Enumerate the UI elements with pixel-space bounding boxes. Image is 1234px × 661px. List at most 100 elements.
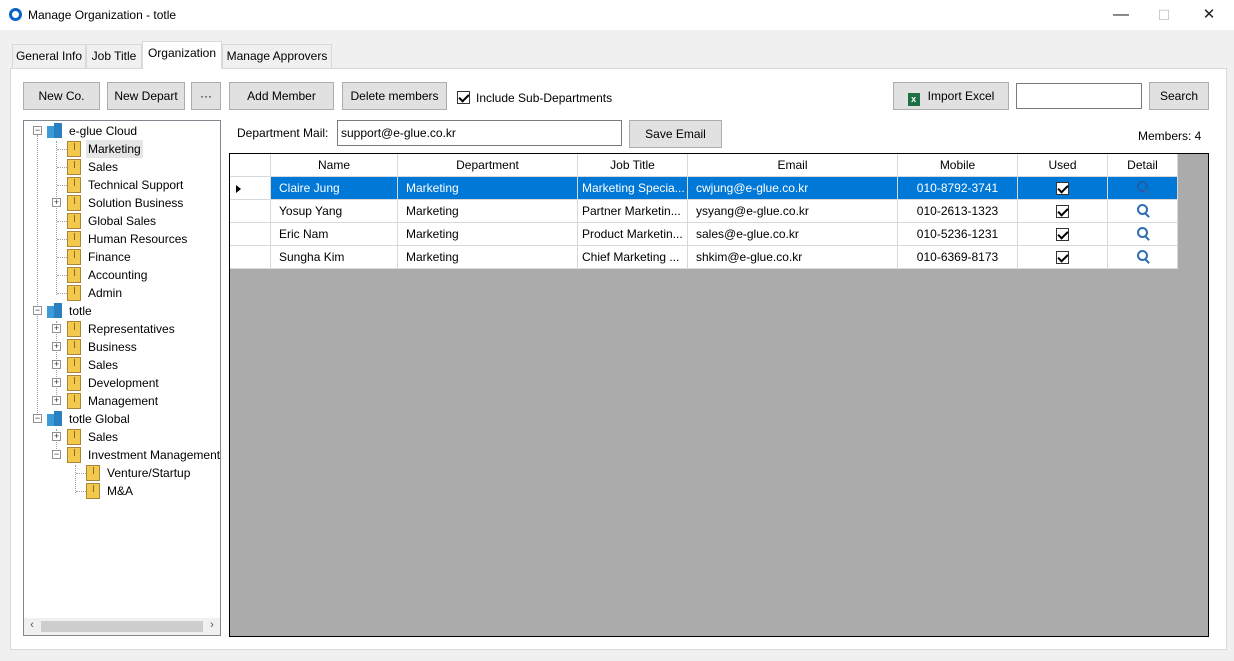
column-header-name[interactable]: Name [271, 154, 398, 177]
department-mail-field[interactable]: support@e-glue.co.kr [337, 120, 622, 146]
cell-department[interactable]: Marketing [398, 246, 578, 269]
row-header[interactable] [230, 177, 271, 200]
column-header-mobile[interactable]: Mobile [898, 154, 1018, 177]
row-header[interactable] [230, 246, 271, 269]
tree-dept-sales[interactable]: Sales [24, 158, 220, 176]
cell-job-title[interactable]: Chief Marketing ... [578, 246, 688, 269]
cell-email[interactable]: ysyang@e-glue.co.kr [688, 200, 898, 223]
minimize-button[interactable]: — [1098, 3, 1144, 27]
row-header[interactable] [230, 223, 271, 246]
cell-email[interactable]: cwjung@e-glue.co.kr [688, 177, 898, 200]
tree-dept-development[interactable]: + Development [24, 374, 220, 392]
used-checkbox[interactable] [1055, 228, 1069, 241]
cell-name[interactable]: Claire Jung [271, 177, 398, 200]
cell-used[interactable] [1018, 223, 1108, 246]
cell-job-title[interactable]: Partner Marketin... [578, 200, 688, 223]
tree-dept-management[interactable]: + Management [24, 392, 220, 410]
cell-detail[interactable] [1108, 246, 1178, 269]
used-checkbox[interactable] [1055, 205, 1069, 218]
magnifier-icon[interactable] [1136, 227, 1151, 241]
tree-dept-global-sales[interactable]: Global Sales [24, 212, 220, 230]
cell-mobile[interactable]: 010-8792-3741 [898, 177, 1018, 200]
tree-dept-sales[interactable]: + Sales [24, 356, 220, 374]
search-input[interactable] [1016, 83, 1142, 109]
column-header-used[interactable]: Used [1018, 154, 1108, 177]
column-header-department[interactable]: Department [398, 154, 578, 177]
cell-name[interactable]: Eric Nam [271, 223, 398, 246]
new-company-button[interactable]: New Co. [23, 82, 100, 110]
tree-dept-technical-support[interactable]: Technical Support [24, 176, 220, 194]
save-email-button[interactable]: Save Email [629, 120, 722, 148]
organization-tree[interactable]: − e-glue Cloud Marketing Sales Technical… [23, 120, 221, 636]
expand-icon[interactable]: + [52, 198, 61, 207]
magnifier-icon[interactable] [1136, 181, 1151, 195]
magnifier-icon[interactable] [1136, 204, 1151, 218]
used-checkbox[interactable] [1055, 182, 1069, 195]
expand-icon[interactable]: + [52, 396, 61, 405]
tree-horizontal-scrollbar[interactable]: ‹ › [24, 618, 220, 635]
scrollbar-thumb[interactable] [41, 621, 203, 632]
column-header-detail[interactable]: Detail [1108, 154, 1178, 177]
cell-used[interactable] [1018, 177, 1108, 200]
tree-company-totle-global[interactable]: − totle Global [24, 410, 220, 428]
expand-icon[interactable]: + [52, 324, 61, 333]
cell-name[interactable]: Yosup Yang [271, 200, 398, 223]
scroll-right-icon[interactable]: › [205, 619, 219, 631]
new-department-button[interactable]: New Depart [107, 82, 185, 110]
tree-dept-sales[interactable]: + Sales [24, 428, 220, 446]
tree-dept-finance[interactable]: Finance [24, 248, 220, 266]
cell-used[interactable] [1018, 200, 1108, 223]
tree-dept-human-resources[interactable]: Human Resources [24, 230, 220, 248]
cell-used[interactable] [1018, 246, 1108, 269]
cell-detail[interactable] [1108, 223, 1178, 246]
magnifier-icon[interactable] [1136, 250, 1151, 264]
tree-dept-accounting[interactable]: Accounting [24, 266, 220, 284]
close-button[interactable]: ✕ [1186, 3, 1232, 27]
cell-email[interactable]: shkim@e-glue.co.kr [688, 246, 898, 269]
tree-dept-m-and-a[interactable]: M&A [24, 482, 220, 500]
maximize-button[interactable]: ☐ [1141, 3, 1187, 27]
cell-department[interactable]: Marketing [398, 223, 578, 246]
more-options-button[interactable]: ··· [191, 82, 221, 110]
column-header-email[interactable]: Email [688, 154, 898, 177]
tree-company-totle[interactable]: − totle [24, 302, 220, 320]
collapse-icon[interactable]: − [33, 414, 42, 423]
tree-dept-admin[interactable]: Admin [24, 284, 220, 302]
tree-dept-venture-startup[interactable]: Venture/Startup [24, 464, 220, 482]
cell-department[interactable]: Marketing [398, 200, 578, 223]
tab-manage-approvers[interactable]: Manage Approvers [222, 44, 332, 68]
cell-mobile[interactable]: 010-6369-8173 [898, 246, 1018, 269]
expand-icon[interactable]: + [52, 360, 61, 369]
add-member-button[interactable]: Add Member [229, 82, 334, 110]
tree-dept-marketing[interactable]: Marketing [24, 140, 220, 158]
collapse-icon[interactable]: − [52, 450, 61, 459]
include-sub-departments-checkbox[interactable] [457, 91, 470, 104]
tab-job-title[interactable]: Job Title [86, 44, 142, 68]
cell-detail[interactable] [1108, 200, 1178, 223]
cell-name[interactable]: Sungha Kim [271, 246, 398, 269]
import-excel-button[interactable]: x Import Excel [893, 82, 1009, 110]
column-header-job-title[interactable]: Job Title [578, 154, 688, 177]
cell-mobile[interactable]: 010-2613-1323 [898, 200, 1018, 223]
members-grid[interactable]: Name Department Job Title Email Mobile U… [229, 153, 1209, 637]
cell-job-title[interactable]: Product Marketin... [578, 223, 688, 246]
scroll-left-icon[interactable]: ‹ [25, 619, 39, 631]
cell-detail[interactable] [1108, 177, 1178, 200]
tree-dept-investment-management[interactable]: − Investment Management [24, 446, 220, 464]
expand-icon[interactable]: + [52, 432, 61, 441]
tree-dept-solution-business[interactable]: + Solution Business [24, 194, 220, 212]
expand-icon[interactable]: + [52, 342, 61, 351]
delete-members-button[interactable]: Delete members [342, 82, 447, 110]
tree-company-e-glue-cloud[interactable]: − e-glue Cloud [24, 122, 220, 140]
tab-organization[interactable]: Organization [142, 41, 222, 69]
cell-email[interactable]: sales@e-glue.co.kr [688, 223, 898, 246]
tree-dept-representatives[interactable]: + Representatives [24, 320, 220, 338]
row-header[interactable] [230, 200, 271, 223]
tree-dept-business[interactable]: + Business [24, 338, 220, 356]
search-button[interactable]: Search [1149, 82, 1209, 110]
tab-general-info[interactable]: General Info [12, 44, 86, 68]
collapse-icon[interactable]: − [33, 126, 42, 135]
collapse-icon[interactable]: − [33, 306, 42, 315]
used-checkbox[interactable] [1055, 251, 1069, 264]
expand-icon[interactable]: + [52, 378, 61, 387]
